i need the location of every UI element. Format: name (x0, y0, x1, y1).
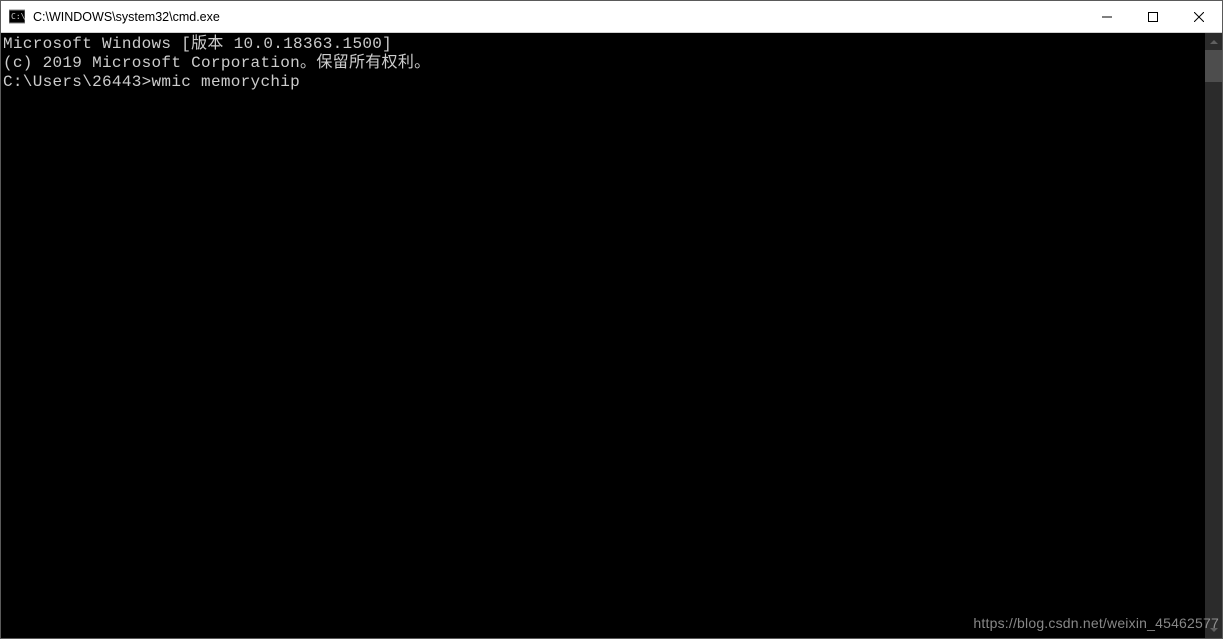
vertical-scrollbar[interactable] (1205, 33, 1222, 638)
svg-text:C:\: C:\ (11, 12, 25, 21)
titlebar[interactable]: C:\ C:\WINDOWS\system32\cmd.exe (1, 1, 1222, 33)
output-line-version: Microsoft Windows [版本 10.0.18363.1500] (3, 35, 1205, 54)
scroll-track[interactable] (1205, 50, 1222, 621)
output-line-copyright: (c) 2019 Microsoft Corporation。保留所有权利。 (3, 54, 1205, 73)
maximize-button[interactable] (1130, 1, 1176, 33)
terminal[interactable]: Microsoft Windows [版本 10.0.18363.1500](c… (1, 33, 1205, 638)
window-controls (1084, 1, 1222, 32)
prompt-line: C:\Users\26443>wmic memorychip (3, 73, 1205, 92)
window-title: C:\WINDOWS\system32\cmd.exe (33, 10, 220, 24)
cmd-window: C:\ C:\WINDOWS\system32\cmd.exe Microsof… (0, 0, 1223, 639)
scroll-thumb[interactable] (1205, 50, 1222, 82)
minimize-button[interactable] (1084, 1, 1130, 33)
close-button[interactable] (1176, 1, 1222, 33)
scroll-up-arrow[interactable] (1205, 33, 1222, 50)
scroll-down-arrow[interactable] (1205, 621, 1222, 638)
cmd-icon: C:\ (9, 9, 25, 25)
terminal-wrapper: Microsoft Windows [版本 10.0.18363.1500](c… (1, 33, 1222, 638)
command-input[interactable]: wmic memorychip (152, 73, 301, 91)
prompt: C:\Users\26443> (3, 73, 152, 91)
